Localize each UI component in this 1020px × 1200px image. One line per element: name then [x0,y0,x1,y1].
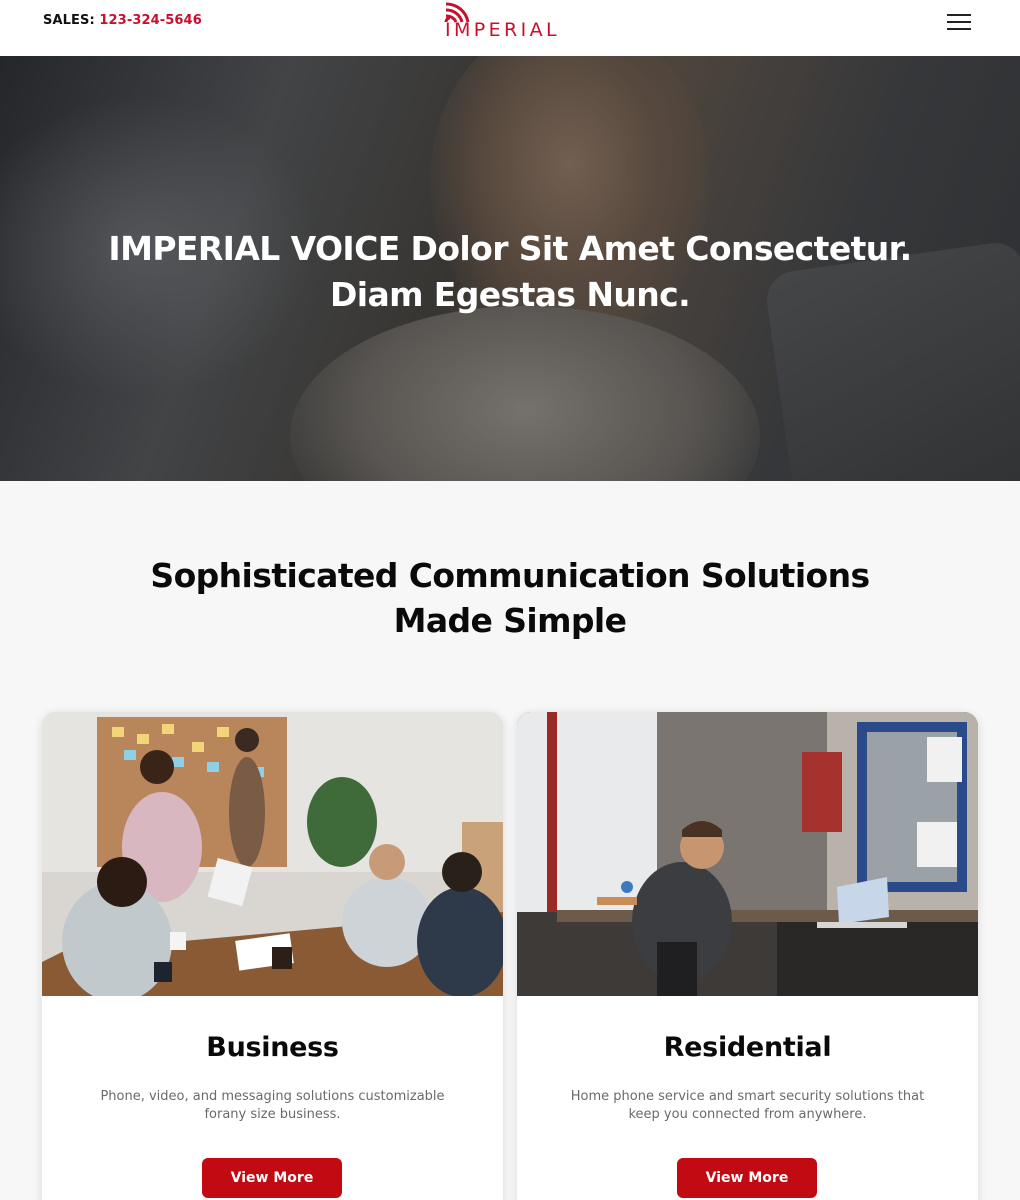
hero-banner: IMPERIAL VOICE Dolor Sit Amet Consectetu… [0,56,1020,481]
business-view-more-button[interactable]: View More [202,1158,342,1198]
sales-phone-link[interactable]: 123-324-5646 [99,13,201,28]
business-photo [42,712,503,996]
residential-description-line2: keep you connected from anywhere. [628,1107,867,1122]
residential-photo [517,712,978,996]
hero-headline: IMPERIAL VOICE Dolor Sit Amet Consectetu… [60,226,960,318]
residential-description-line1: Home phone service and smart security so… [570,1089,925,1104]
section-title-line2: Made Simple [393,601,627,640]
business-description-line1: Phone, video, and messaging solutions cu… [100,1089,445,1104]
residential-description: Home phone service and smart security so… [567,1088,928,1124]
logo-wordmark: IMPERIAL [445,19,561,41]
hero-headline-line1: IMPERIAL VOICE Dolor Sit Amet Consectetu… [108,229,912,268]
residential-title: Residential [663,1032,832,1063]
residential-card: Residential Home phone service and smart… [517,712,978,1200]
imperial-logo[interactable]: IMPERIAL [444,2,594,46]
sales-contact: SALES: 123-324-5646 [43,13,202,28]
business-description: Phone, video, and messaging solutions cu… [92,1088,453,1124]
residential-view-more-button[interactable]: View More [677,1158,817,1198]
hamburger-menu-icon[interactable] [945,11,975,33]
section-title: Sophisticated Communication Solutions Ma… [110,553,910,643]
business-description-line2: forany size business. [204,1107,341,1122]
section-title-line1: Sophisticated Communication Solutions [150,556,870,595]
sales-label: SALES: [43,13,95,28]
hero-headline-line2: Diam Egestas Nunc. [329,275,691,314]
business-card: Business Phone, video, and messaging sol… [42,712,503,1200]
business-title: Business [206,1032,339,1063]
site-header: SALES: 123-324-5646 IMPERIAL [0,0,1020,56]
